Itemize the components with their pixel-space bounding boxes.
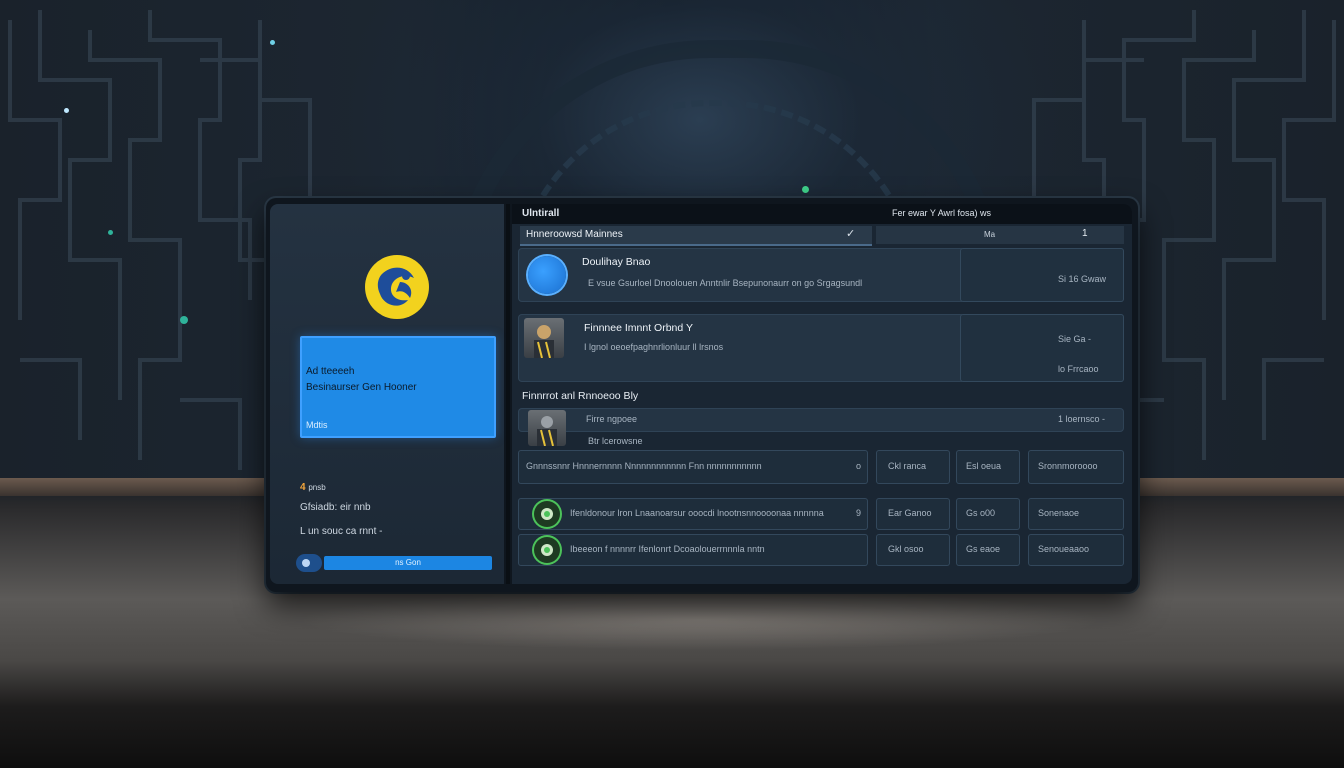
table-cell-text: Gs eaoe xyxy=(966,544,1001,554)
glow-dot xyxy=(64,108,69,113)
section-title: Finnrrot anl Rnnoeoo Bly xyxy=(522,390,639,402)
tab-primary[interactable]: Hnneroowsd Mainnes ✓ xyxy=(520,226,872,246)
flower-icon xyxy=(541,544,553,556)
meta-line-2: L un souc ca rnnt - xyxy=(300,526,383,537)
featured-card-title: Ad tteeeeh xyxy=(306,366,355,377)
device-frame: Ad tteeeeh Besinaurser Gen Hooner Mdtis … xyxy=(266,198,1138,592)
sidebar-action-button[interactable]: ns Gon xyxy=(324,556,492,570)
toggle-icon[interactable] xyxy=(296,554,322,572)
table-row[interactable]: Ibeeeon f nnnnrr Ifenlonrt Dcoaolouerrnn… xyxy=(518,534,868,566)
brand-logo-icon xyxy=(365,255,429,319)
table-cell[interactable]: Ckl ranca xyxy=(876,450,950,484)
glow-dot xyxy=(802,186,809,193)
section-tag: Btr lcerowsne xyxy=(588,436,643,446)
table-cell[interactable]: Sronnmoroooo xyxy=(1028,450,1124,484)
floor-shine xyxy=(300,590,1100,650)
tab-secondary[interactable]: Ma 1 xyxy=(876,226,1124,244)
list-item-side-value: Si 16 Gwaw xyxy=(1058,274,1107,284)
app-title: Ulntirall xyxy=(522,208,560,219)
list-item-side-value: Sie Ga - xyxy=(1058,334,1092,344)
table-cell[interactable]: Gkl osoo xyxy=(876,534,950,566)
check-icon[interactable]: ✓ xyxy=(846,227,855,240)
main-panel: Ulntirall Fer ewar Y Awrl fosa) ws Hnner… xyxy=(512,204,1132,584)
table-cell-text: Sronnmoroooo xyxy=(1038,461,1098,471)
table-cell-text: Senoueaaoo xyxy=(1038,544,1090,554)
table-row-mark: o xyxy=(856,461,862,471)
meta-icon: 4 xyxy=(300,482,306,493)
top-bar: Ulntirall Fer ewar Y Awrl fosa) ws xyxy=(512,204,1132,224)
table-cell[interactable]: Esl oeua xyxy=(956,450,1020,484)
table-row[interactable]: Gnnnssnnr Hnnnernnnn Nnnnnnnnnnnn Fnn nn… xyxy=(518,450,868,484)
meta-line-1: Gfsiadb: eir nnb xyxy=(300,502,371,513)
section-side-value: 1 loernsco - xyxy=(1058,414,1106,424)
table-cell[interactable]: Gs eaoe xyxy=(956,534,1020,566)
toggle-knob xyxy=(302,559,310,567)
table-cell-text: Gkl osoo xyxy=(888,544,924,554)
person-icon xyxy=(534,325,554,358)
glow-dot xyxy=(108,230,113,235)
meta-icon-suffix: pnsb xyxy=(308,483,326,492)
avatar-photo xyxy=(524,318,564,358)
list-item-subtitle: I lgnol oeoefpaghnrlionluur ll lrsnos xyxy=(584,342,724,352)
list-item-side xyxy=(960,314,1124,382)
table-cell[interactable]: Gs o00 xyxy=(956,498,1020,530)
table-cell[interactable]: Ear Ganoo xyxy=(876,498,950,530)
tab-secondary-count: 1 xyxy=(1082,228,1088,239)
table-cell[interactable]: Sonenaoe xyxy=(1028,498,1124,530)
list-item-subtitle: E vsue Gsurloel Dnoolouen Anntnlir Bsepu… xyxy=(588,278,863,288)
meta-row: 4 pnsb xyxy=(300,482,326,493)
table-cell-text: Gs o00 xyxy=(966,508,996,518)
table-cell-text: Esl oeua xyxy=(966,461,1002,471)
list-item-title: Finnnee Imnnt Orbnd Y xyxy=(584,322,693,334)
tab-primary-label: Hnneroowsd Mainnes xyxy=(526,229,623,240)
table-row-mark: 9 xyxy=(856,508,862,518)
sidebar: Ad tteeeeh Besinaurser Gen Hooner Mdtis … xyxy=(270,204,504,584)
list-item[interactable]: Finnnee Imnnt Orbnd Y I lgnol oeoefpaghn… xyxy=(518,314,1124,382)
scene-background: Ad tteeeeh Besinaurser Gen Hooner Mdtis … xyxy=(0,0,1344,768)
table-cell-text: Ear Ganoo xyxy=(888,508,932,518)
person-icon xyxy=(537,416,557,446)
tab-secondary-value: Ma xyxy=(984,230,996,239)
status-icon xyxy=(534,537,560,563)
featured-card-subtitle: Besinaurser Gen Hooner xyxy=(306,382,417,393)
featured-card-footer: Mdtis xyxy=(306,420,328,430)
avatar-photo xyxy=(528,410,566,446)
list-item-side-value-2: lo Frrcaoo xyxy=(1058,364,1099,374)
table-row-text: Ifenldonour lron Lnaanoarsur ooocdi lnoo… xyxy=(570,508,824,518)
table-cell-text: Sonenaoe xyxy=(1038,508,1080,518)
flower-icon xyxy=(541,508,553,520)
table-row-text: Gnnnssnnr Hnnnernnnn Nnnnnnnnnnnn Fnn nn… xyxy=(526,461,762,471)
avatar xyxy=(528,256,566,294)
list-item[interactable]: Doulihay Bnao E vsue Gsurloel Dnoolouen … xyxy=(518,248,1124,302)
table-cell[interactable]: Senoueaaoo xyxy=(1028,534,1124,566)
glow-dot xyxy=(270,40,275,45)
status-icon xyxy=(534,501,560,527)
table-row-text: Ibeeeon f nnnnrr Ifenlonrt Dcoaolouerrnn… xyxy=(570,544,765,554)
list-item-title: Doulihay Bnao xyxy=(582,256,651,268)
glow-dot xyxy=(180,316,188,324)
tab-bar: Hnneroowsd Mainnes ✓ Ma 1 xyxy=(520,226,1124,246)
section-header-row[interactable]: Firre ngpoee 1 loernsco - xyxy=(518,408,1124,446)
table-row[interactable]: Ifenldonour lron Lnaanoarsur ooocdi lnoo… xyxy=(518,498,868,530)
section-subtitle: Firre ngpoee xyxy=(586,414,638,424)
table-cell-text: Ckl ranca xyxy=(888,461,927,471)
featured-card[interactable]: Ad tteeeeh Besinaurser Gen Hooner Mdtis xyxy=(300,336,496,438)
pane-divider xyxy=(506,204,510,584)
top-bar-status: Fer ewar Y Awrl fosa) ws xyxy=(892,208,992,218)
